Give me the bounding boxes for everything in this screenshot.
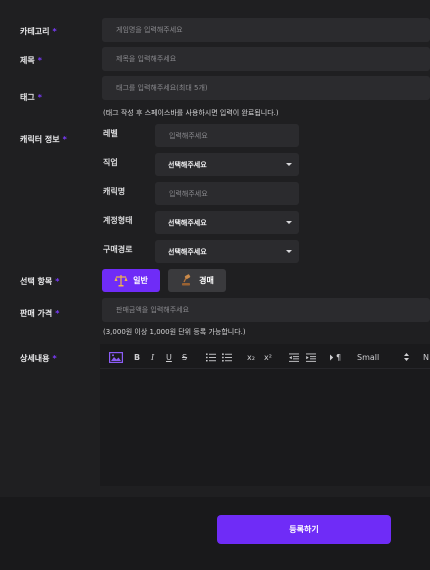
bold-button[interactable]: B — [134, 350, 140, 364]
title-label: 제목 * — [20, 56, 42, 65]
chevron-down-icon — [286, 163, 292, 166]
font-family-select[interactable]: N — [423, 350, 429, 364]
option-general-button[interactable]: 일반 — [102, 269, 160, 292]
subscript-button[interactable]: x₂ — [247, 350, 255, 364]
submit-button[interactable]: 등록하기 — [217, 515, 391, 544]
outdent-icon[interactable] — [289, 350, 299, 364]
chevron-down-icon — [286, 250, 292, 253]
title-input[interactable]: 제목을 입력해주세요 — [102, 47, 430, 71]
category-input[interactable]: 게임명을 입력해주세요 — [102, 18, 430, 42]
account-type-label: 계정형태 — [103, 216, 133, 225]
italic-button[interactable]: I — [151, 350, 154, 364]
option-general-label: 일반 — [133, 276, 148, 285]
details-editor[interactable]: B I U S x₂ x² ¶ Small N — [100, 344, 430, 486]
job-select[interactable]: 선택해주세요 — [155, 153, 299, 176]
purchase-route-select[interactable]: 선택해주세요 — [155, 240, 299, 263]
account-type-select[interactable]: 선택해주세요 — [155, 211, 299, 234]
bullet-list-icon[interactable] — [222, 350, 232, 364]
toolbar-divider — [100, 368, 430, 369]
details-label: 상세내용 * — [20, 354, 57, 363]
numbered-list-icon[interactable] — [206, 350, 216, 364]
price-input[interactable]: 판매금액을 입력해주세요 — [102, 298, 430, 322]
chevron-updown-icon — [404, 353, 409, 361]
character-info-label: 캐릭터 정보 * — [20, 135, 67, 144]
selection-label: 선택 항목 * — [20, 277, 60, 286]
gavel-icon — [182, 274, 191, 286]
level-input[interactable]: 입력해주세요 — [155, 124, 299, 147]
chevron-down-icon — [286, 221, 292, 224]
tags-note: (태그 작성 후 스페이스바를 사용하시면 입력이 완료됩니다.) — [103, 109, 279, 117]
character-name-label: 캐릭명 — [103, 187, 126, 196]
underline-button[interactable]: U — [166, 350, 172, 364]
purchase-route-label: 구매경로 — [103, 245, 133, 254]
character-name-input[interactable]: 입력해주세요 — [155, 182, 299, 205]
job-select-value: 선택해주세요 — [168, 160, 207, 169]
category-label: 카테고리 * — [20, 27, 57, 36]
purchase-route-select-value: 선택해주세요 — [168, 247, 207, 256]
superscript-button[interactable]: x² — [264, 350, 272, 364]
option-auction-button[interactable]: 경매 — [168, 269, 226, 292]
tags-label: 태그 * — [20, 93, 42, 102]
paragraph-symbol: ¶ — [336, 352, 342, 362]
price-label: 판매 가격 * — [20, 309, 60, 318]
tags-input[interactable]: 태그를 입력해주세요(최대 5개) — [102, 76, 430, 100]
option-auction-label: 경매 — [199, 276, 214, 285]
level-label: 레벨 — [103, 129, 118, 138]
font-size-select[interactable]: Small — [357, 350, 409, 364]
price-note: (3,000원 이상 1,000원 단위 등록 가능합니다.) — [103, 328, 246, 336]
account-type-select-value: 선택해주세요 — [168, 218, 207, 227]
font-size-value: Small — [357, 352, 380, 362]
job-label: 직업 — [103, 158, 118, 167]
indent-icon[interactable] — [306, 350, 316, 364]
paragraph-icon[interactable]: ¶ — [330, 350, 341, 364]
strike-button[interactable]: S — [182, 350, 187, 364]
scale-icon — [114, 275, 128, 287]
image-icon[interactable] — [109, 350, 123, 364]
editor-toolbar: B I U S x₂ x² ¶ Small N — [108, 350, 430, 364]
